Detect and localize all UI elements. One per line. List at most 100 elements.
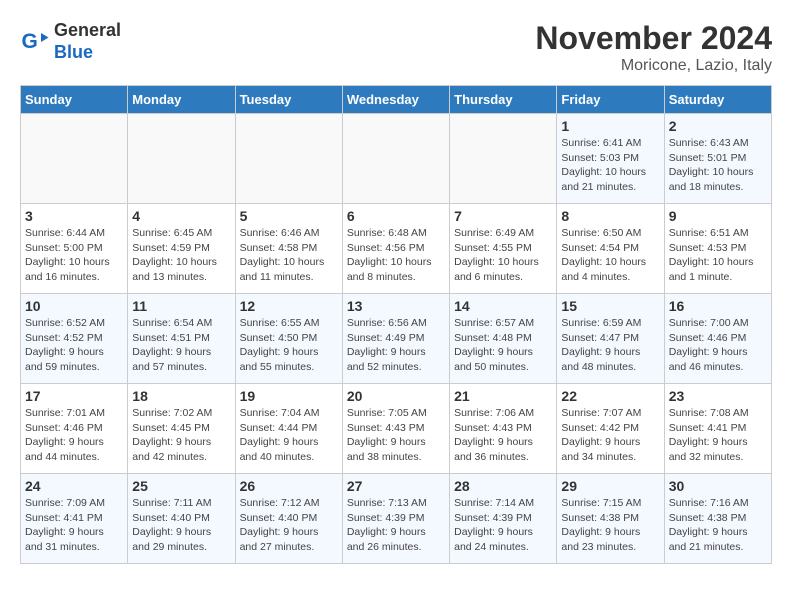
location: Moricone, Lazio, Italy bbox=[535, 57, 772, 75]
weekday-header-tuesday: Tuesday bbox=[235, 86, 342, 114]
day-number: 23 bbox=[669, 388, 767, 404]
calendar-cell: 3 Sunrise: 6:44 AM Sunset: 5:00 PM Daylig… bbox=[21, 204, 128, 294]
calendar-cell: 7Sunrise: 6:49 AM Sunset: 4:55 PM Daylig… bbox=[450, 204, 557, 294]
day-info: Sunrise: 7:11 AM Sunset: 4:40 PM Dayligh… bbox=[132, 496, 230, 555]
day-info: Sunrise: 7:01 AM Sunset: 4:46 PM Dayligh… bbox=[25, 406, 123, 465]
calendar-cell: 20 Sunrise: 7:05 AM Sunset: 4:43 PM Dayli… bbox=[342, 384, 449, 474]
weekday-header-wednesday: Wednesday bbox=[342, 86, 449, 114]
calendar-week-row: 10Sunrise: 6:52 AM Sunset: 4:52 PM Dayli… bbox=[21, 294, 772, 384]
day-info: Sunrise: 6:46 AM Sunset: 4:58 PM Dayligh… bbox=[240, 226, 338, 285]
day-number: 19 bbox=[240, 388, 338, 404]
day-info: Sunrise: 6:43 AM Sunset: 5:01 PM Dayligh… bbox=[669, 136, 767, 195]
day-info: Sunrise: 7:07 AM Sunset: 4:42 PM Dayligh… bbox=[561, 406, 659, 465]
day-number: 28 bbox=[454, 478, 552, 494]
day-number: 20 bbox=[347, 388, 445, 404]
calendar-cell: 22Sunrise: 7:07 AM Sunset: 4:42 PM Dayli… bbox=[557, 384, 664, 474]
weekday-header-sunday: Sunday bbox=[21, 86, 128, 114]
day-info: Sunrise: 6:44 AM Sunset: 5:00 PM Dayligh… bbox=[25, 226, 123, 285]
day-number: 18 bbox=[132, 388, 230, 404]
day-info: Sunrise: 6:57 AM Sunset: 4:48 PM Dayligh… bbox=[454, 316, 552, 375]
logo: G General Blue bbox=[20, 20, 121, 63]
day-number: 6 bbox=[347, 208, 445, 224]
day-info: Sunrise: 6:49 AM Sunset: 4:55 PM Dayligh… bbox=[454, 226, 552, 285]
day-info: Sunrise: 6:48 AM Sunset: 4:56 PM Dayligh… bbox=[347, 226, 445, 285]
calendar-cell: 11 Sunrise: 6:54 AM Sunset: 4:51 PM Dayli… bbox=[128, 294, 235, 384]
calendar-cell: 17 Sunrise: 7:01 AM Sunset: 4:46 PM Dayli… bbox=[21, 384, 128, 474]
calendar-cell: 16 Sunrise: 7:00 AM Sunset: 4:46 PM Dayli… bbox=[664, 294, 771, 384]
day-number: 2 bbox=[669, 118, 767, 134]
logo-general: General bbox=[54, 20, 121, 40]
calendar-cell: 10Sunrise: 6:52 AM Sunset: 4:52 PM Dayli… bbox=[21, 294, 128, 384]
day-info: Sunrise: 7:08 AM Sunset: 4:41 PM Dayligh… bbox=[669, 406, 767, 465]
day-number: 3 bbox=[25, 208, 123, 224]
calendar-cell: 25Sunrise: 7:11 AM Sunset: 4:40 PM Dayli… bbox=[128, 474, 235, 564]
weekday-header-thursday: Thursday bbox=[450, 86, 557, 114]
calendar-cell: 15Sunrise: 6:59 AM Sunset: 4:47 PM Dayli… bbox=[557, 294, 664, 384]
day-number: 13 bbox=[347, 298, 445, 314]
day-info: Sunrise: 7:14 AM Sunset: 4:39 PM Dayligh… bbox=[454, 496, 552, 555]
calendar-cell: 6 Sunrise: 6:48 AM Sunset: 4:56 PM Daylig… bbox=[342, 204, 449, 294]
weekday-header-saturday: Saturday bbox=[664, 86, 771, 114]
day-number: 14 bbox=[454, 298, 552, 314]
day-info: Sunrise: 6:52 AM Sunset: 4:52 PM Dayligh… bbox=[25, 316, 123, 375]
day-info: Sunrise: 7:02 AM Sunset: 4:45 PM Dayligh… bbox=[132, 406, 230, 465]
calendar-cell bbox=[128, 114, 235, 204]
calendar-cell: 13 Sunrise: 6:56 AM Sunset: 4:49 PM Dayli… bbox=[342, 294, 449, 384]
calendar-cell: 30Sunrise: 7:16 AM Sunset: 4:38 PM Dayli… bbox=[664, 474, 771, 564]
day-number: 27 bbox=[347, 478, 445, 494]
day-info: Sunrise: 7:05 AM Sunset: 4:43 PM Dayligh… bbox=[347, 406, 445, 465]
day-info: Sunrise: 7:13 AM Sunset: 4:39 PM Dayligh… bbox=[347, 496, 445, 555]
calendar-cell: 12Sunrise: 6:55 AM Sunset: 4:50 PM Dayli… bbox=[235, 294, 342, 384]
day-info: Sunrise: 6:56 AM Sunset: 4:49 PM Dayligh… bbox=[347, 316, 445, 375]
day-info: Sunrise: 6:41 AM Sunset: 5:03 PM Dayligh… bbox=[561, 136, 659, 195]
day-number: 9 bbox=[669, 208, 767, 224]
calendar-cell: 1 Sunrise: 6:41 AM Sunset: 5:03 PM Daylig… bbox=[557, 114, 664, 204]
day-info: Sunrise: 6:51 AM Sunset: 4:53 PM Dayligh… bbox=[669, 226, 767, 285]
page-header: G General Blue November 2024 Moricone, L… bbox=[20, 20, 772, 75]
day-number: 30 bbox=[669, 478, 767, 494]
calendar-cell: 14 Sunrise: 6:57 AM Sunset: 4:48 PM Dayli… bbox=[450, 294, 557, 384]
day-number: 1 bbox=[561, 118, 659, 134]
calendar-week-row: 24Sunrise: 7:09 AM Sunset: 4:41 PM Dayli… bbox=[21, 474, 772, 564]
calendar-cell: 19 Sunrise: 7:04 AM Sunset: 4:44 PM Dayli… bbox=[235, 384, 342, 474]
calendar-cell: 5 Sunrise: 6:46 AM Sunset: 4:58 PM Daylig… bbox=[235, 204, 342, 294]
day-number: 8 bbox=[561, 208, 659, 224]
day-info: Sunrise: 6:55 AM Sunset: 4:50 PM Dayligh… bbox=[240, 316, 338, 375]
calendar-cell: 21 Sunrise: 7:06 AM Sunset: 4:43 PM Dayli… bbox=[450, 384, 557, 474]
day-info: Sunrise: 6:50 AM Sunset: 4:54 PM Dayligh… bbox=[561, 226, 659, 285]
calendar-cell bbox=[21, 114, 128, 204]
calendar-cell: 28 Sunrise: 7:14 AM Sunset: 4:39 PM Dayli… bbox=[450, 474, 557, 564]
day-info: Sunrise: 7:12 AM Sunset: 4:40 PM Dayligh… bbox=[240, 496, 338, 555]
day-number: 21 bbox=[454, 388, 552, 404]
calendar-cell: 24Sunrise: 7:09 AM Sunset: 4:41 PM Dayli… bbox=[21, 474, 128, 564]
logo-text: General Blue bbox=[54, 20, 121, 63]
calendar-cell: 29Sunrise: 7:15 AM Sunset: 4:38 PM Dayli… bbox=[557, 474, 664, 564]
day-info: Sunrise: 7:06 AM Sunset: 4:43 PM Dayligh… bbox=[454, 406, 552, 465]
weekday-header-friday: Friday bbox=[557, 86, 664, 114]
logo-icon: G bbox=[20, 27, 50, 57]
weekday-header-monday: Monday bbox=[128, 86, 235, 114]
calendar-cell: 4Sunrise: 6:45 AM Sunset: 4:59 PM Daylig… bbox=[128, 204, 235, 294]
day-number: 15 bbox=[561, 298, 659, 314]
month-title: November 2024 bbox=[535, 20, 772, 57]
day-info: Sunrise: 6:45 AM Sunset: 4:59 PM Dayligh… bbox=[132, 226, 230, 285]
day-info: Sunrise: 6:54 AM Sunset: 4:51 PM Dayligh… bbox=[132, 316, 230, 375]
calendar-cell bbox=[235, 114, 342, 204]
day-number: 11 bbox=[132, 298, 230, 314]
day-info: Sunrise: 7:00 AM Sunset: 4:46 PM Dayligh… bbox=[669, 316, 767, 375]
day-number: 24 bbox=[25, 478, 123, 494]
calendar-table: SundayMondayTuesdayWednesdayThursdayFrid… bbox=[20, 85, 772, 564]
day-number: 16 bbox=[669, 298, 767, 314]
day-number: 5 bbox=[240, 208, 338, 224]
calendar-cell: 23 Sunrise: 7:08 AM Sunset: 4:41 PM Dayli… bbox=[664, 384, 771, 474]
calendar-week-row: 3 Sunrise: 6:44 AM Sunset: 5:00 PM Daylig… bbox=[21, 204, 772, 294]
day-number: 26 bbox=[240, 478, 338, 494]
calendar-cell: 8 Sunrise: 6:50 AM Sunset: 4:54 PM Daylig… bbox=[557, 204, 664, 294]
calendar-cell: 27 Sunrise: 7:13 AM Sunset: 4:39 PM Dayli… bbox=[342, 474, 449, 564]
calendar-cell: 18 Sunrise: 7:02 AM Sunset: 4:45 PM Dayli… bbox=[128, 384, 235, 474]
day-info: Sunrise: 7:04 AM Sunset: 4:44 PM Dayligh… bbox=[240, 406, 338, 465]
day-number: 17 bbox=[25, 388, 123, 404]
calendar-week-row: 17 Sunrise: 7:01 AM Sunset: 4:46 PM Dayli… bbox=[21, 384, 772, 474]
day-number: 29 bbox=[561, 478, 659, 494]
logo-blue: Blue bbox=[54, 42, 93, 62]
